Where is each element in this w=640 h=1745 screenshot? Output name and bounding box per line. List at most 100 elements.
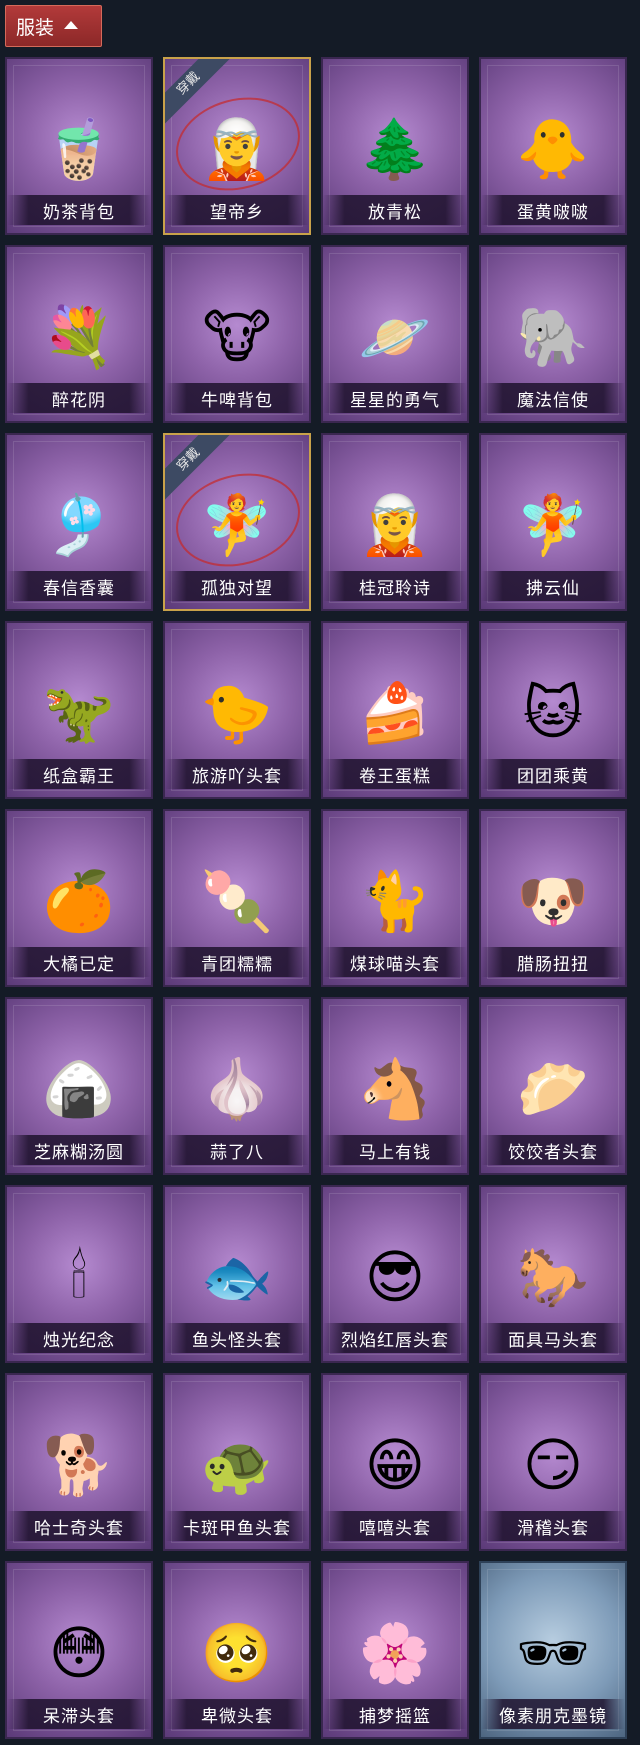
- item-label-bar: 捕梦摇篮: [323, 1699, 467, 1729]
- cardboard-dino-icon: 🦖: [42, 679, 116, 748]
- item-card[interactable]: 🧝 桂冠聆诗: [321, 433, 469, 611]
- item-card[interactable]: 🐟 鱼头怪头套: [163, 1185, 311, 1363]
- item-card[interactable]: 😳 呆滞头套: [5, 1561, 153, 1739]
- red-horse-icon: 🐴: [358, 1055, 432, 1124]
- item-card[interactable]: 🐴 马上有钱: [321, 997, 469, 1175]
- item-name: 哈士奇头套: [34, 1518, 124, 1539]
- item-card[interactable]: 🍡 青团糯糯: [163, 809, 311, 987]
- item-card[interactable]: 🐶 腊肠扭扭: [479, 809, 627, 987]
- item-label-bar: 桂冠聆诗: [323, 571, 467, 601]
- chevron-up-icon: [64, 21, 79, 29]
- pikachu-sunglasses-icon: 😎: [364, 1243, 426, 1312]
- sachet-icon: 🎐: [42, 491, 116, 560]
- item-label-bar: 放青松: [323, 195, 467, 225]
- item-card[interactable]: 🐈 煤球喵头套: [321, 809, 469, 987]
- item-card[interactable]: 🕯 烛光纪念: [5, 1185, 153, 1363]
- item-card[interactable]: 🍊 大橘已定: [5, 809, 153, 987]
- item-label-bar: 旅游吖头套: [165, 759, 309, 789]
- item-card[interactable]: 🐢 卡斑甲鱼头套: [163, 1373, 311, 1551]
- item-label-bar: 哈士奇头套: [7, 1511, 151, 1541]
- item-card[interactable]: 🧝 穿戴 望帝乡: [163, 57, 311, 235]
- item-card[interactable]: 🍙 芝麻糊汤圆: [5, 997, 153, 1175]
- item-label-bar: 奶茶背包: [7, 195, 151, 225]
- item-name: 蒜了八: [210, 1142, 264, 1163]
- item-name: 魔法信使: [517, 390, 589, 411]
- pine-bonsai-icon: 🌲: [358, 115, 432, 184]
- item-name: 望帝乡: [210, 202, 264, 223]
- candle-icon: 🕯: [70, 1243, 88, 1312]
- item-card[interactable]: 🐕 哈士奇头套: [5, 1373, 153, 1551]
- item-card[interactable]: 😏 滑稽头套: [479, 1373, 627, 1551]
- item-label-bar: 呆滞头套: [7, 1699, 151, 1729]
- item-name: 放青松: [368, 202, 422, 223]
- item-label-bar: 卷王蛋糕: [323, 759, 467, 789]
- item-card[interactable]: 🕶 像素朋克墨镜: [479, 1561, 627, 1739]
- item-card[interactable]: 🌸 捕梦摇篮: [321, 1561, 469, 1739]
- item-name: 大橘已定: [43, 954, 115, 975]
- item-label-bar: 面具马头套: [481, 1323, 625, 1353]
- costume-tab-button[interactable]: 服装: [5, 5, 102, 47]
- item-name: 蛋黄啵啵: [517, 202, 589, 223]
- item-name: 孤独对望: [201, 578, 273, 599]
- pleading-emoji-icon: 🥺: [200, 1619, 274, 1688]
- item-name: 面具马头套: [508, 1330, 598, 1351]
- item-card[interactable]: 🐘 魔法信使: [479, 245, 627, 423]
- item-name: 像素朋克墨镜: [499, 1706, 607, 1727]
- cow-beer-barrel-icon: 🐮: [202, 303, 272, 372]
- cloud-fairy-icon: 🧚: [516, 491, 590, 560]
- item-card[interactable]: 🦖 纸盒霸王: [5, 621, 153, 799]
- dumpling-cloud-icon: 🥟: [516, 1055, 590, 1124]
- item-card[interactable]: 🥟 饺饺者头套: [479, 997, 627, 1175]
- item-card[interactable]: 🍰 卷王蛋糕: [321, 621, 469, 799]
- dachshund-icon: 🐶: [516, 867, 590, 936]
- green-dumpling-icon: 🍡: [200, 867, 274, 936]
- character-pendant-icon: 🧝: [200, 115, 274, 184]
- item-card[interactable]: 😁 嘻嘻头套: [321, 1373, 469, 1551]
- item-label-bar: 望帝乡: [165, 195, 309, 225]
- silver-character-icon: 🧚: [200, 491, 274, 560]
- item-name: 饺饺者头套: [508, 1142, 598, 1163]
- item-card[interactable]: 🐱 团团乘黄: [479, 621, 627, 799]
- mannequin-head-icon: 🌸: [358, 1619, 432, 1688]
- item-card[interactable]: 🌲 放青松: [321, 57, 469, 235]
- item-label-bar: 大橘已定: [7, 947, 151, 977]
- item-card[interactable]: 🎐 春信香囊: [5, 433, 153, 611]
- item-name: 烈焰红唇头套: [341, 1330, 449, 1351]
- item-card[interactable]: 🐮 牛啤背包: [163, 245, 311, 423]
- chick-icon: 🐥: [516, 115, 590, 184]
- item-label-bar: 孤独对望: [165, 571, 309, 601]
- item-name: 奶茶背包: [43, 202, 115, 223]
- item-card[interactable]: 🧋 奶茶背包: [5, 57, 153, 235]
- item-label-bar: 春信香囊: [7, 571, 151, 601]
- item-card[interactable]: 🧚 拂云仙: [479, 433, 627, 611]
- item-label-bar: 醉花阴: [7, 383, 151, 413]
- item-label-bar: 团团乘黄: [481, 759, 625, 789]
- item-card[interactable]: 🐎 面具马头套: [479, 1185, 627, 1363]
- item-card[interactable]: 😎 烈焰红唇头套: [321, 1185, 469, 1363]
- flushed-emoji-icon: 😳: [48, 1619, 110, 1688]
- item-label-bar: 纸盒霸王: [7, 759, 151, 789]
- item-name: 拂云仙: [526, 578, 580, 599]
- item-name: 捕梦摇篮: [359, 1706, 431, 1727]
- item-name: 腊肠扭扭: [517, 954, 589, 975]
- item-label-bar: 蛋黄啵啵: [481, 195, 625, 225]
- laurel-character-icon: 🧝: [358, 491, 432, 560]
- item-card[interactable]: 🧚 穿戴 孤独对望: [163, 433, 311, 611]
- item-label-bar: 拂云仙: [481, 571, 625, 601]
- item-card[interactable]: 🐤 旅游吖头套: [163, 621, 311, 799]
- item-name: 鱼头怪头套: [192, 1330, 282, 1351]
- item-card[interactable]: 🧄 蒜了八: [163, 997, 311, 1175]
- item-name: 呆滞头套: [43, 1706, 115, 1727]
- item-card[interactable]: 🪐 星星的勇气: [321, 245, 469, 423]
- item-grid: 🧋 奶茶背包 🧝 穿戴 望帝乡 🌲 放青松 🐥 蛋黄啵啵 💐 醉花阴 🐮 牛啤背包 🪐 星星的勇气 🐘 魔法信使…: [5, 57, 627, 1739]
- item-name: 春信香囊: [43, 578, 115, 599]
- item-card[interactable]: 🥺 卑微头套: [163, 1561, 311, 1739]
- garlic-icon: 🧄: [200, 1055, 274, 1124]
- flower-wreath-icon: 💐: [42, 303, 116, 372]
- item-card[interactable]: 🐥 蛋黄啵啵: [479, 57, 627, 235]
- milk-tea-backpack-icon: 🧋: [42, 115, 116, 184]
- horse-mask-icon: 🐎: [516, 1243, 590, 1312]
- item-card[interactable]: 💐 醉花阴: [5, 245, 153, 423]
- item-name: 旅游吖头套: [192, 766, 282, 787]
- item-label-bar: 芝麻糊汤圆: [7, 1135, 151, 1165]
